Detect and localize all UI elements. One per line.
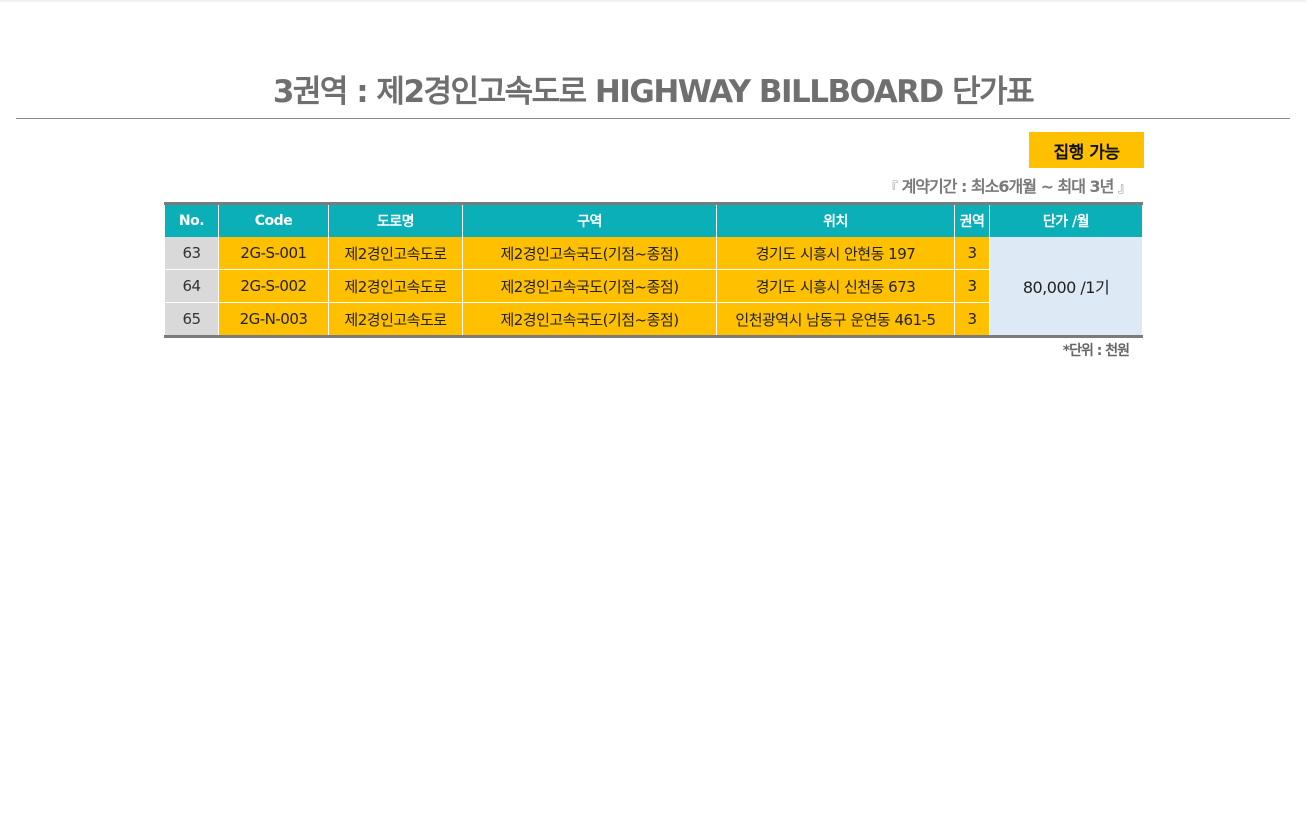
- cell-section: 제2경인고속국도(기점~종점): [462, 237, 717, 270]
- cell-section: 제2경인고속국도(기점~종점): [462, 302, 717, 338]
- cell-zone: 3: [954, 237, 990, 270]
- price-table: No. Code 도로명 구역 위치 권역 단가 /월 63 2G-S-001 …: [164, 202, 1143, 338]
- cell-section: 제2경인고속국도(기점~종점): [462, 269, 717, 303]
- header-zone: 권역: [954, 202, 990, 237]
- cell-location: 인천광역시 남동구 운연동 461-5: [716, 302, 955, 338]
- contract-period-open: 『: [884, 181, 898, 196]
- cell-no: 65: [164, 302, 219, 338]
- cell-zone: 3: [954, 302, 990, 338]
- header-road: 도로명: [328, 202, 463, 237]
- cell-road: 제2경인고속도로: [328, 269, 463, 303]
- cell-location: 경기도 시흥시 신천동 673: [716, 269, 955, 303]
- status-badge: 집행 가능: [1029, 132, 1144, 168]
- contract-period: 『 계약기간 : 최소6개월 ~ 최대 3년 』: [884, 173, 1131, 197]
- page-title: 3권역 : 제2경인고속도로 HIGHWAY BILLBOARD 단가표: [272, 74, 1035, 110]
- cell-code: 2G-S-001: [218, 237, 329, 270]
- header-section: 구역: [462, 202, 717, 237]
- cell-road: 제2경인고속도로: [328, 302, 463, 338]
- header-no: No.: [164, 202, 219, 237]
- cell-price: 80,000 /1기: [989, 237, 1143, 338]
- top-border: [0, 0, 1306, 2]
- cell-zone: 3: [954, 269, 990, 303]
- cell-no: 63: [164, 237, 219, 270]
- cell-no: 64: [164, 269, 219, 303]
- cell-code: 2G-S-002: [218, 269, 329, 303]
- cell-location: 경기도 시흥시 안현동 197: [716, 237, 955, 270]
- header-location: 위치: [716, 202, 955, 237]
- table-row: 63 2G-S-001 제2경인고속도로 제2경인고속국도(기점~종점) 경기도…: [164, 237, 1143, 338]
- cell-road: 제2경인고속도로: [328, 237, 463, 270]
- unit-note: *단위 : 천원: [1062, 343, 1130, 359]
- contract-period-text: 계약기간 : 최소6개월 ~ 최대 3년: [901, 177, 1115, 196]
- header-code: Code: [218, 202, 329, 237]
- cell-code: 2G-N-003: [218, 302, 329, 338]
- contract-period-close: 』: [1117, 181, 1131, 196]
- header-price: 단가 /월: [989, 202, 1143, 237]
- title-divider: [16, 118, 1290, 119]
- table-header-row: No. Code 도로명 구역 위치 권역 단가 /월: [164, 202, 1143, 237]
